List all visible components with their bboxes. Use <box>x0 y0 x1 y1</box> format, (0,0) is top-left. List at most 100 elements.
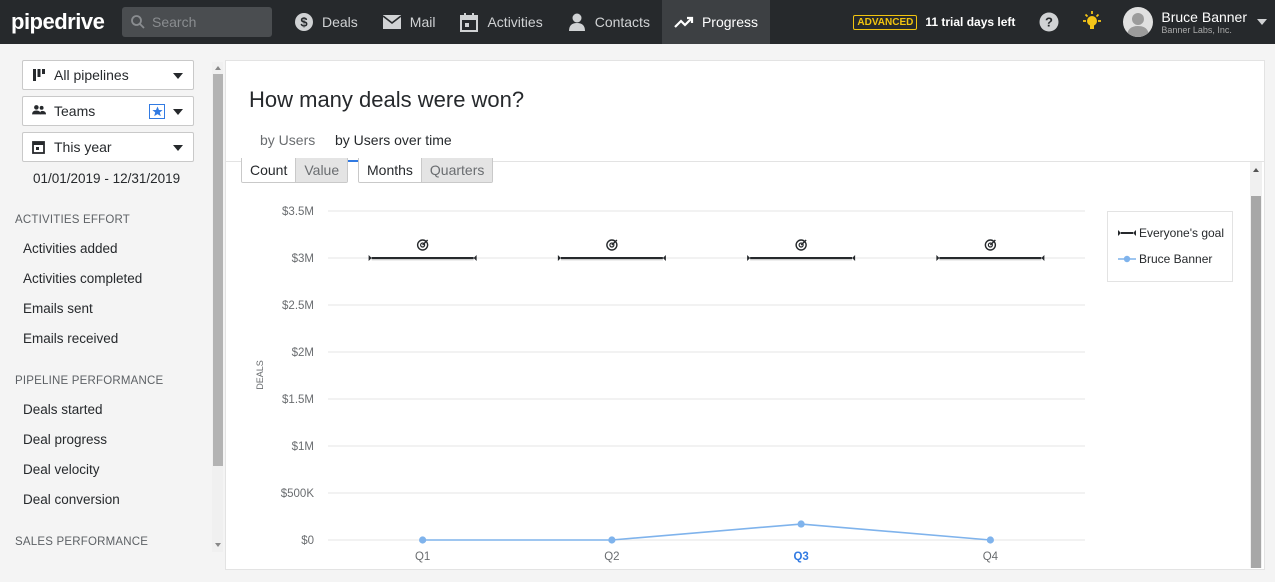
sidebar-item-deal-velocity[interactable]: Deal velocity <box>23 462 100 477</box>
months-toggle-button[interactable]: Months <box>359 158 421 182</box>
search-box[interactable] <box>122 7 272 37</box>
chevron-down-icon <box>173 109 183 115</box>
top-navigation-bar: pipedrive $ Deals Mail Activities Contac… <box>0 0 1275 44</box>
pipeline-icon <box>32 68 46 82</box>
svg-text:$: $ <box>300 15 308 30</box>
goal-line-cap <box>936 255 940 261</box>
mail-icon <box>382 12 402 32</box>
report-title: How many deals were won? <box>249 87 525 112</box>
y-tick-label: $3.5M <box>282 206 314 218</box>
pipeline-select[interactable]: All pipelines <box>22 60 194 90</box>
section-activities-effort: ACTIVITIES EFFORT <box>15 214 131 226</box>
y-tick-label: $3M <box>292 253 314 265</box>
chevron-down-icon <box>173 73 183 79</box>
scroll-down-arrow-icon[interactable] <box>215 543 221 547</box>
sidebar-scrollbar[interactable] <box>212 62 223 552</box>
chevron-down-icon <box>173 145 183 151</box>
nav-mail-label: Mail <box>409 14 436 30</box>
goal-line-cap <box>473 255 477 261</box>
sidebar-item-deal-conversion[interactable]: Deal conversion <box>23 492 120 507</box>
goal-line-cap <box>662 255 666 261</box>
report-scrollbar[interactable] <box>1250 162 1262 568</box>
nav-mail[interactable]: Mail <box>370 0 448 44</box>
data-point <box>608 536 616 544</box>
quarters-toggle-button[interactable]: Quarters <box>420 158 493 182</box>
favorite-star-icon[interactable] <box>149 104 165 119</box>
section-sales-performance: SALES PERFORMANCE <box>15 536 149 548</box>
section-pipeline-performance: PIPELINE PERFORMANCE <box>15 375 164 387</box>
x-tick-label: Q3 <box>793 551 808 563</box>
legend-goal-label: Everyone's goal <box>1139 226 1225 240</box>
nav-contacts[interactable]: Contacts <box>555 0 662 44</box>
goal-line-cap <box>852 255 856 261</box>
value-toggle-button[interactable]: Value <box>295 158 348 182</box>
dollar-icon: $ <box>294 12 314 32</box>
pipeline-select-label: All pipelines <box>54 67 129 83</box>
avatar-person-icon <box>1127 13 1150 37</box>
search-icon <box>131 15 145 29</box>
user-name: Bruce Banner <box>1161 9 1247 25</box>
x-tick-label: Q1 <box>415 551 430 563</box>
chevron-down-icon <box>1257 19 1267 25</box>
sidebar-item-activities-completed[interactable]: Activities completed <box>23 271 142 286</box>
account-area: ADVANCED 11 trial days left ? Bruce Bann… <box>853 0 1275 44</box>
tab-by-users[interactable]: by Users <box>260 132 315 148</box>
nav-progress-label: Progress <box>701 14 758 30</box>
user-company: Banner Labs, Inc. <box>1161 25 1232 35</box>
period-select-label: This year <box>54 139 112 155</box>
team-select[interactable]: Teams <box>22 96 194 126</box>
goal-line-cap <box>368 255 372 261</box>
data-point <box>986 536 994 544</box>
nav-activities[interactable]: Activities <box>447 0 554 44</box>
avatar <box>1123 7 1154 37</box>
y-tick-label: $1.5M <box>282 394 314 406</box>
date-range-text: 01/01/2019 - 12/31/2019 <box>33 171 181 186</box>
sidebar-item-emails-sent[interactable]: Emails sent <box>23 301 93 316</box>
sidebar-item-deals-started[interactable]: Deals started <box>23 402 103 417</box>
deals-won-chart: $0 $500K $1M $1.5M $2M $2.5M $3M $3.5M DEALS Q1 Q2… <box>255 206 1085 563</box>
pipedrive-logo[interactable]: pipedrive <box>11 9 121 35</box>
team-icon <box>32 104 46 118</box>
sidebar-scrollbar-thumb[interactable] <box>213 74 223 466</box>
sidebar-item-deal-progress[interactable]: Deal progress <box>23 432 107 447</box>
nav-activities-label: Activities <box>487 14 543 30</box>
user-menu[interactable]: Bruce Banner Banner Labs, Inc. <box>1123 7 1275 37</box>
report-sidebar: All pipelines Teams This year 01/01/2019… <box>0 44 211 582</box>
data-point <box>797 520 805 528</box>
sidebar-item-emails-received[interactable]: Emails received <box>23 331 118 346</box>
tab-by-users-over-time[interactable]: by Users over time <box>335 132 452 148</box>
scroll-up-arrow-icon[interactable] <box>215 66 221 70</box>
chart-legend: Everyone's goal Bruce Banner <box>1107 211 1233 282</box>
legend-item-series[interactable]: Bruce Banner <box>1118 252 1212 266</box>
data-point <box>419 536 427 544</box>
scroll-up-arrow-icon[interactable] <box>1253 168 1259 172</box>
y-tick-label: $1M <box>292 441 314 453</box>
calendar-icon <box>459 12 479 32</box>
goal-line-cap <box>747 255 751 261</box>
person-icon <box>567 12 587 32</box>
metric-toggle: Count Value <box>241 158 349 183</box>
y-tick-label: $2.5M <box>282 300 314 312</box>
sidebar-item-activities-added[interactable]: Activities added <box>23 241 118 256</box>
x-tick-label: Q4 <box>983 551 999 563</box>
lightbulb-icon[interactable] <box>1081 10 1103 34</box>
nav-progress[interactable]: Progress <box>661 0 770 44</box>
report-scrollbar-thumb[interactable] <box>1251 196 1261 568</box>
main-nav: $ Deals Mail Activities Contacts Progres… <box>282 0 770 44</box>
search-input[interactable] <box>152 14 262 30</box>
legend-item-goal[interactable]: Everyone's goal <box>1118 226 1224 240</box>
trial-days-text[interactable]: 11 trial days left <box>925 15 1015 29</box>
plan-badge[interactable]: ADVANCED <box>853 14 918 30</box>
help-icon[interactable]: ? <box>1039 12 1059 32</box>
y-tick-label: $2M <box>292 347 314 359</box>
svg-text:?: ? <box>1045 15 1053 30</box>
series-line <box>422 523 991 541</box>
y-tick-label: $0 <box>301 535 314 547</box>
team-select-label: Teams <box>54 103 96 119</box>
nav-contacts-label: Contacts <box>594 14 650 30</box>
period-select[interactable]: This year <box>22 132 194 162</box>
nav-deals[interactable]: $ Deals <box>282 0 370 44</box>
count-toggle-button[interactable]: Count <box>242 158 296 182</box>
nav-deals-label: Deals <box>322 14 358 30</box>
series-line-icon <box>1118 255 1136 263</box>
